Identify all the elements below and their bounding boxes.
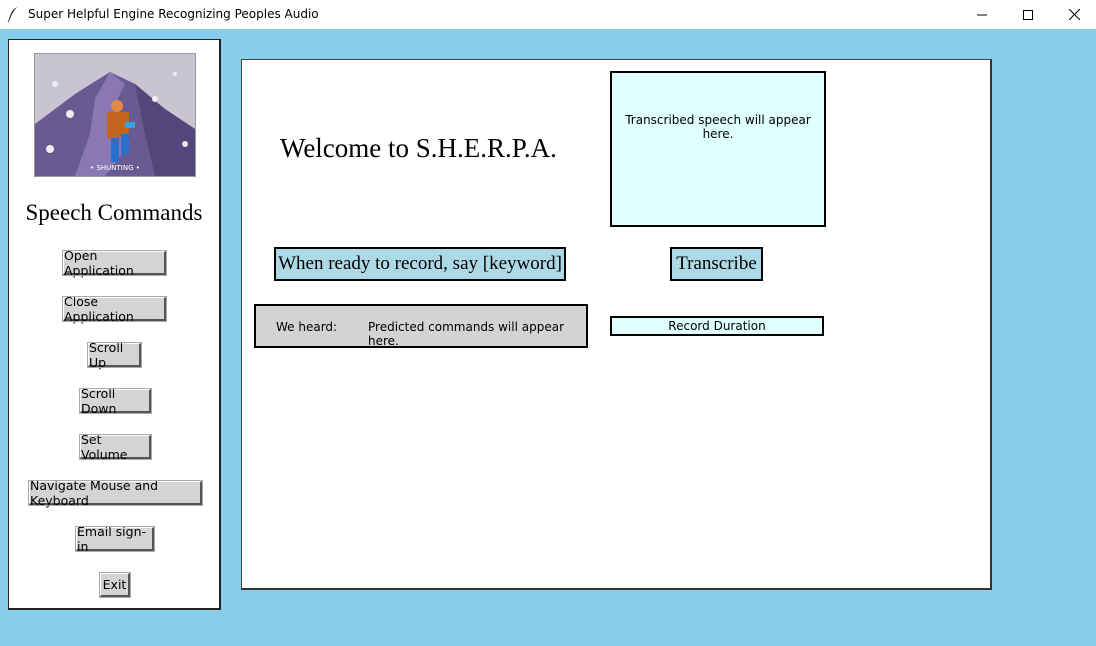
open-application-button[interactable]: Open Application [62, 248, 167, 278]
minimize-button[interactable] [959, 0, 1005, 29]
record-duration-label: Record Duration [610, 316, 824, 336]
set-volume-button[interactable]: Set Volume [79, 432, 152, 462]
sidebar: • SHUNTING • Speech Commands Open Applic… [8, 39, 221, 610]
scroll-down-button[interactable]: Scroll Down [79, 386, 152, 416]
window-title: Super Helpful Engine Recognizing Peoples… [28, 7, 319, 21]
close-icon [1068, 9, 1080, 20]
navigate-mouse-keyboard-button[interactable]: Navigate Mouse and Keyboard [28, 478, 203, 508]
transcript-box: Transcribed speech will appear here. [610, 71, 826, 227]
minimize-icon [977, 14, 987, 15]
hero-caption: • SHUNTING • [90, 164, 140, 172]
mountain-climber-image: • SHUNTING • [34, 53, 196, 177]
exit-button[interactable]: Exit [99, 572, 131, 598]
heard-box: We heard: Predicted commands will appear… [254, 304, 588, 348]
scroll-up-button[interactable]: Scroll Up [87, 340, 142, 370]
close-application-button[interactable]: Close Application [62, 294, 167, 324]
close-button[interactable] [1051, 0, 1096, 29]
main-panel: Welcome to S.H.E.R.P.A. Transcribed spee… [241, 59, 992, 590]
maximize-button[interactable] [1005, 0, 1051, 29]
record-prompt: When ready to record, say [keyword] [274, 247, 566, 281]
predicted-commands-text: Predicted commands will appear here. [368, 320, 564, 348]
sidebar-heading: Speech Commands [25, 200, 203, 225]
heard-label: We heard: [276, 320, 338, 334]
feather-icon [7, 7, 17, 22]
transcript-placeholder: Transcribed speech will appear here. [625, 113, 811, 141]
email-sign-in-button[interactable]: Email sign-in [75, 524, 155, 554]
maximize-icon [1023, 9, 1033, 20]
transcribe-button[interactable]: Transcribe [670, 247, 763, 281]
welcome-title: Welcome to S.H.E.R.P.A. [280, 133, 557, 163]
title-bar: Super Helpful Engine Recognizing Peoples… [0, 0, 1096, 29]
